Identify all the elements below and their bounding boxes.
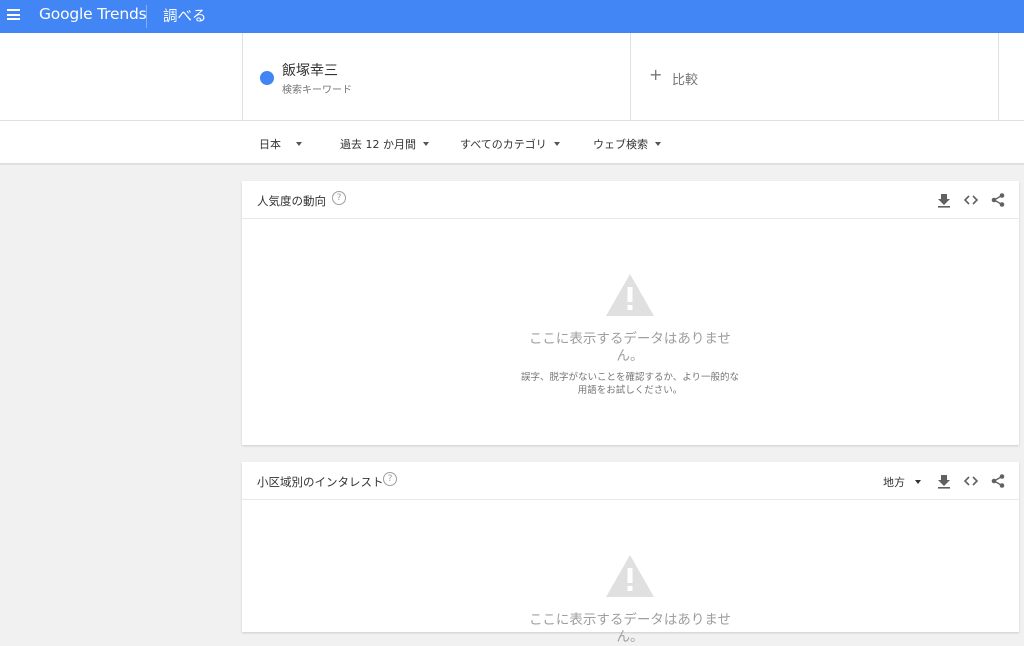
region-filter-label: 日本 [259, 138, 281, 151]
chevron-down-icon [553, 142, 560, 146]
page-title: 調べる [163, 9, 207, 25]
download-icon[interactable] [936, 473, 952, 489]
card-title: 小区域別のインタレスト [257, 475, 384, 489]
term-color-dot [260, 71, 274, 85]
warning-icon [606, 274, 654, 316]
warning-icon [606, 555, 654, 597]
app-header: Google Trends 調べる [0, 0, 1024, 33]
resolution-dropdown[interactable]: 地方 [883, 474, 921, 490]
header-divider [146, 5, 147, 28]
interest-over-time-card: 人気度の動向 ? ここに表示するデータはありません。 誤字、脱字がないことを確認… [242, 181, 1019, 445]
keyword-panel: 飯塚幸三 検索キーワード + 比較 [0, 33, 1024, 121]
help-icon[interactable]: ? [332, 191, 346, 205]
search-term[interactable]: 飯塚幸三 [282, 60, 338, 80]
search-term-box[interactable]: 飯塚幸三 検索キーワード [242, 33, 631, 121]
card-title: 人気度の動向 [257, 194, 326, 208]
interest-by-subregion-card: 小区域別のインタレスト ? 地方 ここに表示するデータはありません。 [242, 462, 1019, 645]
share-icon[interactable] [990, 192, 1006, 208]
card-header: 人気度の動向 ? [242, 181, 1019, 219]
search-term-type: 検索キーワード [282, 85, 352, 96]
empty-state-title: ここに表示するデータはありません。 [528, 612, 732, 645]
card-header: 小区域別のインタレスト ? 地方 [242, 462, 1019, 500]
menu-icon[interactable] [7, 9, 20, 20]
category-filter[interactable]: すべてのカテゴリ [460, 136, 560, 152]
time-filter-label: 過去 12 か月間 [340, 138, 416, 151]
plus-icon: + [649, 65, 663, 84]
category-filter-label: すべてのカテゴリ [460, 138, 547, 151]
share-icon[interactable] [990, 473, 1006, 489]
chevron-down-icon [296, 142, 302, 146]
time-filter[interactable]: 過去 12 か月間 [340, 136, 429, 152]
compare-button[interactable]: + 比較 [631, 33, 999, 121]
region-filter[interactable]: 日本 [259, 136, 302, 152]
chevron-down-icon [915, 480, 921, 484]
empty-state-subtitle: 誤字、脱字がないことを確認するか、より一般的な用語をお試しください。 [520, 372, 740, 396]
empty-state-title: ここに表示するデータはありません。 [528, 331, 732, 364]
help-icon[interactable]: ? [383, 472, 397, 486]
filter-bar: 日本 過去 12 か月間 すべてのカテゴリ ウェブ検索 [0, 121, 1024, 165]
embed-code-icon[interactable] [963, 192, 979, 208]
chevron-down-icon [655, 142, 661, 146]
compare-label: 比較 [672, 73, 699, 88]
chevron-down-icon [423, 142, 429, 146]
google-trends-logo[interactable]: Google Trends [39, 5, 147, 23]
search-type-filter[interactable]: ウェブ検索 [593, 136, 661, 152]
resolution-label: 地方 [883, 476, 905, 489]
search-type-filter-label: ウェブ検索 [593, 138, 648, 151]
download-icon[interactable] [936, 192, 952, 208]
embed-code-icon[interactable] [963, 473, 979, 489]
